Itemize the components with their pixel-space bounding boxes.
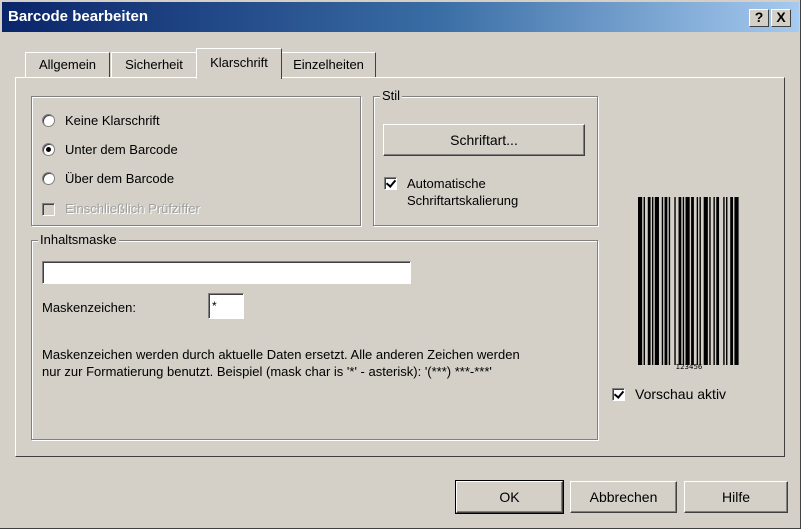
window-title: Barcode bearbeiten xyxy=(8,8,149,25)
preview-checkbox[interactable]: Vorschau aktiv xyxy=(612,386,726,403)
radio-label: Unter dem Barcode xyxy=(65,141,178,157)
barcode-bar xyxy=(682,197,685,365)
autoscale-label-line2: Schriftartskalierung xyxy=(407,193,519,208)
tab-allgemein[interactable]: Allgemein xyxy=(25,52,110,78)
checksum-label: Einschließlich Prüfziffer xyxy=(65,201,200,216)
dialog-window: Barcode bearbeiten ? X Allgemein Sicherh… xyxy=(0,0,801,529)
barcode-bar xyxy=(678,197,682,365)
tab-klarschrift[interactable]: Klarschrift xyxy=(196,48,282,79)
help-button[interactable]: Hilfe xyxy=(684,481,788,513)
text-position-group: Keine Klarschrift Unter dem Barcode Über… xyxy=(31,96,361,226)
checkbox-box xyxy=(42,203,55,216)
barcode-bar xyxy=(661,197,664,365)
barcode-bar xyxy=(713,197,715,365)
barcode-bar xyxy=(685,197,690,365)
style-group-title: Stil xyxy=(380,88,403,104)
barcode-bar xyxy=(709,197,711,365)
radio-unter-dem-barcode[interactable]: Unter dem Barcode xyxy=(42,139,178,159)
tab-sicherheit[interactable]: Sicherheit xyxy=(111,52,197,78)
help-title-button[interactable]: ? xyxy=(749,9,769,27)
radio-circle-selected xyxy=(42,142,55,156)
barcode-bar xyxy=(699,197,701,365)
barcode-bar xyxy=(674,197,676,365)
barcode-bar xyxy=(643,197,645,365)
barcode-bar xyxy=(730,197,734,365)
radio-circle xyxy=(42,171,55,185)
mask-char-label: Maskenzeichen: xyxy=(42,300,136,315)
mask-group-title: Inhaltsmaske xyxy=(38,232,119,248)
mask-char-input[interactable] xyxy=(208,293,244,319)
radio-circle xyxy=(42,113,55,127)
checkbox-box-checked xyxy=(612,388,625,401)
font-button[interactable]: Schriftart... xyxy=(383,124,585,156)
barcode-bar xyxy=(647,197,651,365)
mask-input[interactable] xyxy=(42,261,411,284)
barcode-bar xyxy=(651,197,654,365)
autoscale-checkbox[interactable]: Automatische Schriftartskalierung xyxy=(384,175,518,209)
barcode-bar xyxy=(703,197,708,365)
barcode-image xyxy=(638,197,739,365)
mask-description-line2: nur zur Formatierung benutzt. Beispiel (… xyxy=(42,364,492,379)
barcode-bar xyxy=(664,197,668,365)
radio-ueber-dem-barcode[interactable]: Über dem Barcode xyxy=(42,168,174,188)
autoscale-label-line1: Automatische xyxy=(407,176,486,191)
ok-button[interactable]: OK xyxy=(455,480,564,514)
barcode-bar xyxy=(654,197,659,365)
checksum-checkbox[interactable]: Einschließlich Prüfziffer xyxy=(42,201,200,216)
barcode-bar xyxy=(668,197,671,365)
barcode-bar xyxy=(696,197,699,365)
barcode-bar xyxy=(716,197,720,365)
barcode-bar xyxy=(723,197,725,365)
cancel-button[interactable]: Abbrechen xyxy=(570,481,677,513)
radio-label: Über dem Barcode xyxy=(65,170,175,186)
preview-label: Vorschau aktiv xyxy=(635,386,727,402)
checkbox-box-checked xyxy=(384,177,397,190)
autoscale-label: Automatische Schriftartskalierung xyxy=(407,175,518,209)
barcode-bar xyxy=(734,197,739,365)
barcode-text: 123456 xyxy=(675,363,703,371)
radio-label: Keine Klarschrift xyxy=(65,112,160,128)
radio-keine-klarschrift[interactable]: Keine Klarschrift xyxy=(42,110,160,130)
barcode-bar xyxy=(691,197,694,365)
mask-description-line1: Maskenzeichen werden durch aktuelle Date… xyxy=(42,347,520,362)
title-bar[interactable]: Barcode bearbeiten ? X xyxy=(2,2,799,32)
barcode-preview: 123456 xyxy=(638,197,740,375)
close-button[interactable]: X xyxy=(771,9,791,27)
barcode-bar xyxy=(638,197,643,365)
barcode-bar xyxy=(726,197,728,365)
tab-einzelheiten[interactable]: Einzelheiten xyxy=(281,52,376,78)
